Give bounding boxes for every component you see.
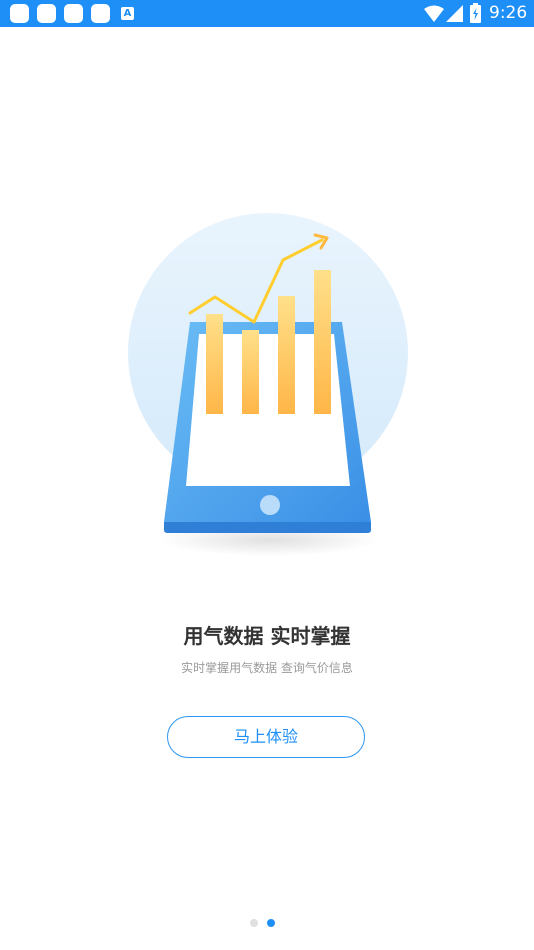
battery-charging-icon bbox=[470, 3, 481, 23]
notification-icon bbox=[37, 4, 56, 23]
page-subtitle: 实时掌握用气数据 查询气价信息 bbox=[181, 661, 353, 675]
chart-bar bbox=[206, 314, 223, 414]
page-title: 用气数据 实时掌握 bbox=[183, 624, 351, 648]
page-indicator bbox=[250, 919, 290, 927]
status-time: 9:26 bbox=[489, 3, 528, 23]
signal-icon bbox=[446, 5, 463, 22]
notification-icon bbox=[91, 4, 110, 23]
notification-icon bbox=[64, 4, 83, 23]
notification-icon bbox=[10, 4, 29, 23]
page-dot-active[interactable] bbox=[267, 919, 275, 927]
status-bar: A 9:26 bbox=[0, 0, 534, 27]
chart-bar bbox=[242, 330, 259, 414]
home-button bbox=[260, 495, 280, 515]
tablet-chart-illustration bbox=[128, 213, 408, 556]
chart-bar bbox=[278, 296, 295, 414]
chart-bar bbox=[314, 270, 331, 414]
tablet-edge bbox=[164, 522, 371, 533]
wifi-icon bbox=[424, 5, 444, 22]
a-app-icon: A bbox=[121, 7, 134, 20]
page-dot-inactive[interactable] bbox=[250, 919, 258, 927]
try-now-button[interactable]: 马上体验 bbox=[167, 716, 365, 758]
